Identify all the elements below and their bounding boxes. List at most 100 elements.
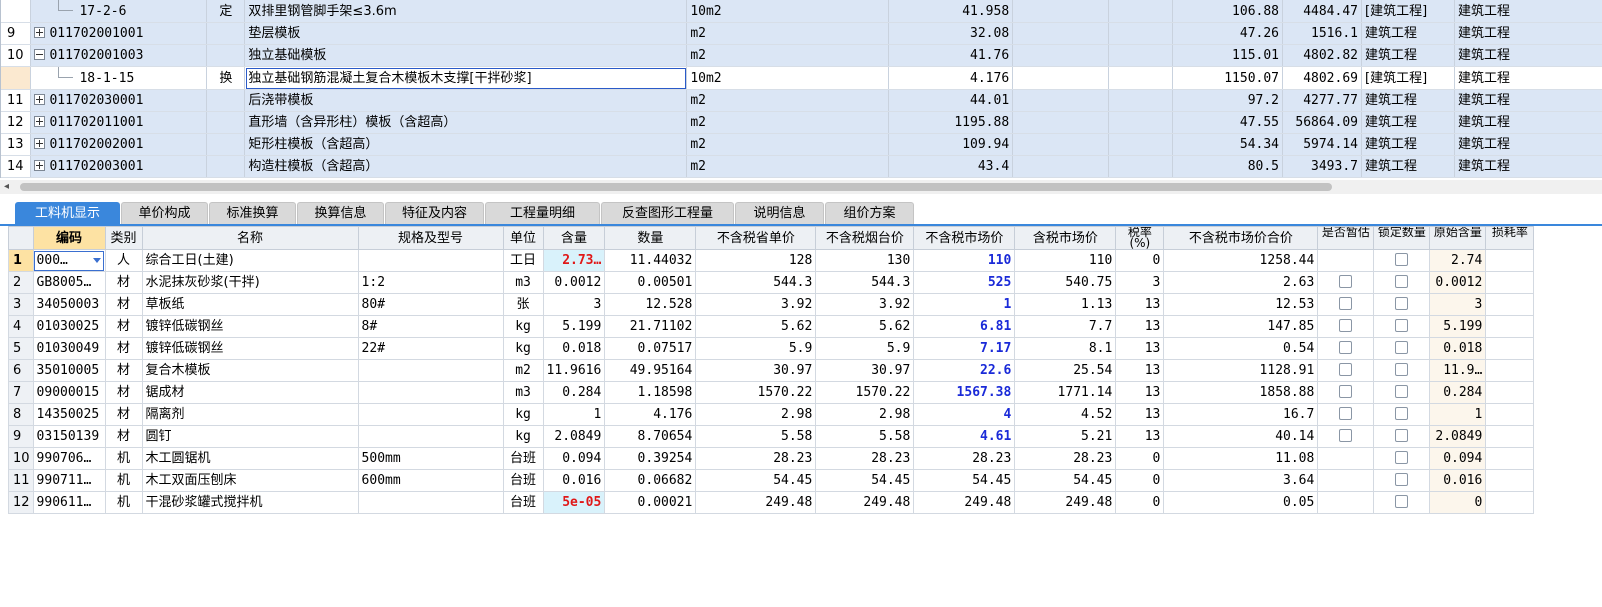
column-header-2[interactable]: 类别 (104, 226, 143, 250)
estimate-checkbox-cell[interactable] (1317, 491, 1375, 514)
code-cell[interactable]: 09000015 (32, 381, 106, 404)
column-header-7[interactable]: 数量 (604, 226, 697, 250)
tax-rate-cell[interactable]: 0 (1115, 447, 1165, 470)
name-cell[interactable]: 综合工日(土建) (141, 249, 359, 272)
original-content-cell[interactable]: 0.016 (1429, 469, 1487, 492)
list-name-cell[interactable]: 直形墙（含异形柱）模板（含超高） (244, 111, 688, 134)
spec-cell[interactable] (357, 425, 504, 448)
table-row[interactable]: 9 03150139 材圆钉 kg 2.0849 8.70654 5.58 5.58 4.61 5… (8, 425, 1535, 448)
checkbox-icon[interactable] (1339, 319, 1353, 332)
market-price-tax-cell[interactable]: 54.45 (1014, 469, 1117, 492)
table-row[interactable]: 8 14350025 材隔离剂 kg 1 4.176 2.98 2.98 4 4.52 13 16.7… (8, 403, 1535, 426)
list-price-cell[interactable]: 47.26 (1172, 22, 1284, 45)
column-header-12[interactable]: 税率(%) (1115, 226, 1165, 250)
column-header-5[interactable]: 单位 (502, 226, 544, 250)
market-price-cell[interactable]: 54.45 (913, 469, 1016, 492)
list-type-cell[interactable] (206, 155, 246, 178)
original-content-cell[interactable]: 3 (1429, 293, 1487, 316)
yantai-price-cell[interactable]: 30.97 (815, 359, 915, 382)
unit-cell[interactable]: 张 (502, 293, 544, 316)
loss-rate-cell[interactable] (1485, 447, 1535, 470)
table-row[interactable]: 3 34050003 材草板纸 80# 张 3 12.528 3.92 3.92 1 1.13 13 1… (8, 293, 1535, 316)
name-cell[interactable]: 锯成材 (141, 381, 359, 404)
yantai-price-cell[interactable]: 249.48 (815, 491, 915, 514)
market-price-cell[interactable]: 4 (913, 403, 1016, 426)
checkbox-icon[interactable] (1395, 275, 1409, 288)
name-cell[interactable]: 草板纸 (141, 293, 359, 316)
market-price-cell[interactable]: 110 (913, 249, 1016, 272)
province-price-cell[interactable]: 54.45 (695, 469, 817, 492)
expand-plus-icon[interactable] (34, 116, 46, 127)
name-cell[interactable]: 木工圆锯机 (141, 447, 359, 470)
spec-cell[interactable] (357, 491, 504, 514)
yantai-price-cell[interactable]: 5.62 (815, 315, 915, 338)
market-total-cell[interactable]: 147.85 (1163, 315, 1319, 338)
loss-rate-cell[interactable] (1485, 293, 1535, 316)
list-row[interactable]: 11 011702030001 后浇带模板 m2 44.01 97.2 4277.77 建筑工… (1, 89, 1602, 112)
province-price-cell[interactable]: 5.62 (695, 315, 817, 338)
spec-cell[interactable] (357, 249, 504, 272)
list-spec-cell[interactable]: 建筑工程 (1454, 89, 1602, 112)
category-cell[interactable]: 人 (104, 249, 143, 272)
original-content-cell[interactable]: 0.018 (1429, 337, 1487, 360)
code-cell[interactable]: 990611… (32, 491, 106, 514)
expand-plus-icon[interactable] (34, 160, 46, 171)
list-row[interactable]: 13 011702002001 矩形柱模板（含超高） m2 109.94 54.34 597… (1, 133, 1602, 156)
column-header-9[interactable]: 不含税烟台价 (815, 226, 915, 250)
loss-rate-cell[interactable] (1485, 271, 1535, 294)
list-quantity-cell[interactable]: 32.08 (888, 22, 1014, 45)
list-code-cell[interactable]: 011702011001 (30, 111, 208, 134)
content-cell[interactable]: 0.018 (542, 337, 606, 360)
column-header-10[interactable]: 不含税市场价 (913, 226, 1016, 250)
list-type-cell[interactable]: 换 (206, 66, 246, 90)
tax-rate-cell[interactable]: 3 (1115, 271, 1165, 294)
checkbox-icon[interactable] (1395, 319, 1409, 332)
original-content-cell[interactable]: 11.9… (1429, 359, 1487, 382)
lock-quantity-checkbox-cell[interactable] (1373, 249, 1431, 272)
list-row[interactable]: 12 011702011001 直形墙（含异形柱）模板（含超高） m2 1195.88 4… (1, 111, 1602, 134)
original-content-cell[interactable]: 0.094 (1429, 447, 1487, 470)
list-major-cell[interactable]: [建筑工程] (1361, 66, 1455, 90)
spec-cell[interactable]: 22# (357, 337, 504, 360)
tax-rate-cell[interactable]: 0 (1115, 469, 1165, 492)
scroll-left-arrow-icon[interactable]: ◂ (4, 181, 9, 192)
market-total-cell[interactable]: 2.63 (1163, 271, 1319, 294)
lock-quantity-checkbox-cell[interactable] (1373, 315, 1431, 338)
list-type-cell[interactable] (206, 111, 246, 134)
province-price-cell[interactable]: 249.48 (695, 491, 817, 514)
market-price-tax-cell[interactable]: 7.7 (1014, 315, 1117, 338)
yantai-price-cell[interactable]: 28.23 (815, 447, 915, 470)
quantity-cell[interactable]: 49.95164 (604, 359, 697, 382)
category-cell[interactable]: 材 (104, 293, 143, 316)
market-price-tax-cell[interactable]: 25.54 (1014, 359, 1117, 382)
market-price-tax-cell[interactable]: 5.21 (1014, 425, 1117, 448)
spec-cell[interactable] (357, 403, 504, 426)
quantity-cell[interactable]: 11.44032 (604, 249, 697, 272)
tax-rate-cell[interactable]: 0 (1115, 491, 1165, 514)
unit-cell[interactable]: m3 (502, 271, 544, 294)
lock-quantity-checkbox-cell[interactable] (1373, 271, 1431, 294)
loss-rate-cell[interactable] (1485, 403, 1535, 426)
quantity-cell[interactable]: 0.07517 (604, 337, 697, 360)
quantity-cell[interactable]: 1.18598 (604, 381, 697, 404)
market-price-cell[interactable]: 28.23 (913, 447, 1016, 470)
dropdown-arrow-icon[interactable] (92, 258, 101, 263)
market-price-tax-cell[interactable]: 110 (1014, 249, 1117, 272)
tax-rate-cell[interactable]: 13 (1115, 359, 1165, 382)
list-name-cell[interactable]: 独立基础模板 (244, 44, 688, 67)
yantai-price-cell[interactable]: 3.92 (815, 293, 915, 316)
loss-rate-cell[interactable] (1485, 425, 1535, 448)
list-code-cell[interactable]: 011702001001 (30, 22, 208, 45)
name-cell[interactable]: 隔离剂 (141, 403, 359, 426)
loss-rate-cell[interactable] (1485, 315, 1535, 338)
list-quantity-cell[interactable]: 109.94 (888, 133, 1014, 156)
list-spec-cell[interactable]: 建筑工程 (1454, 133, 1602, 156)
list-row[interactable]: 10 011702001003 独立基础模板 m2 41.76 115.01 4802.82… (1, 44, 1602, 67)
name-cell[interactable]: 圆钉 (141, 425, 359, 448)
checkbox-icon[interactable] (1339, 385, 1353, 398)
unit-cell[interactable]: kg (502, 315, 544, 338)
list-unit-cell[interactable]: m2 (686, 111, 890, 134)
market-total-cell[interactable]: 0.05 (1163, 491, 1319, 514)
name-cell[interactable]: 水泥抹灰砂浆(干拌) (141, 271, 359, 294)
code-cell[interactable]: 35010005 (32, 359, 106, 382)
